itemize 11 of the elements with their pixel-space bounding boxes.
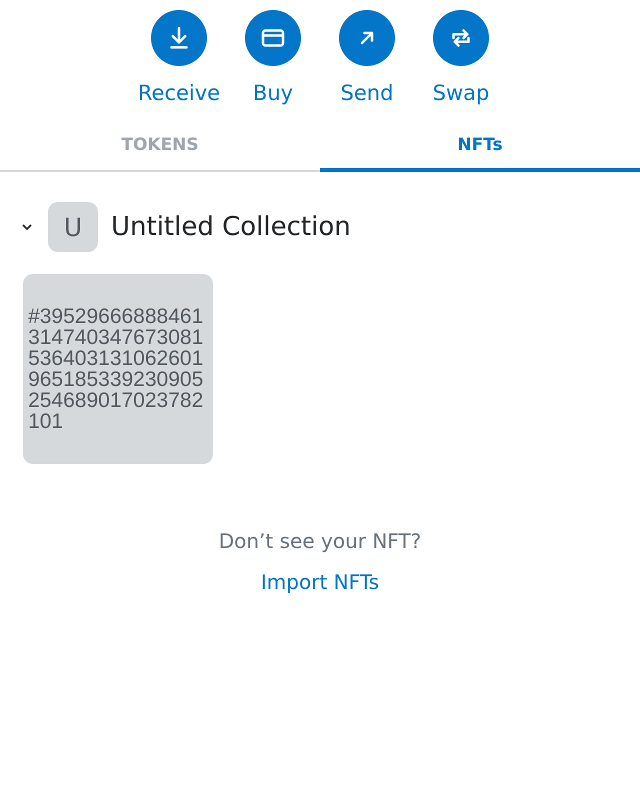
tab[interactable]: TOKENS [0, 122, 320, 172]
nft-card[interactable]: #39529666888461314740347673081536403131062601965185339230905254689017023782101 [23, 274, 213, 464]
receive-button[interactable]: Receive [132, 10, 226, 108]
send-button[interactable]: Send [320, 10, 414, 108]
buy-button[interactable]: Buy [226, 10, 320, 108]
collection-name: Untitled Collection [111, 212, 351, 242]
swap-button[interactable]: Swap [414, 10, 508, 108]
import-nfts-link[interactable]: Import NFTs [260, 570, 380, 594]
collection-avatar: U [48, 202, 98, 252]
tab[interactable]: NFTs [320, 122, 640, 172]
prompt-text: Don’t see your NFT? [218, 529, 422, 553]
